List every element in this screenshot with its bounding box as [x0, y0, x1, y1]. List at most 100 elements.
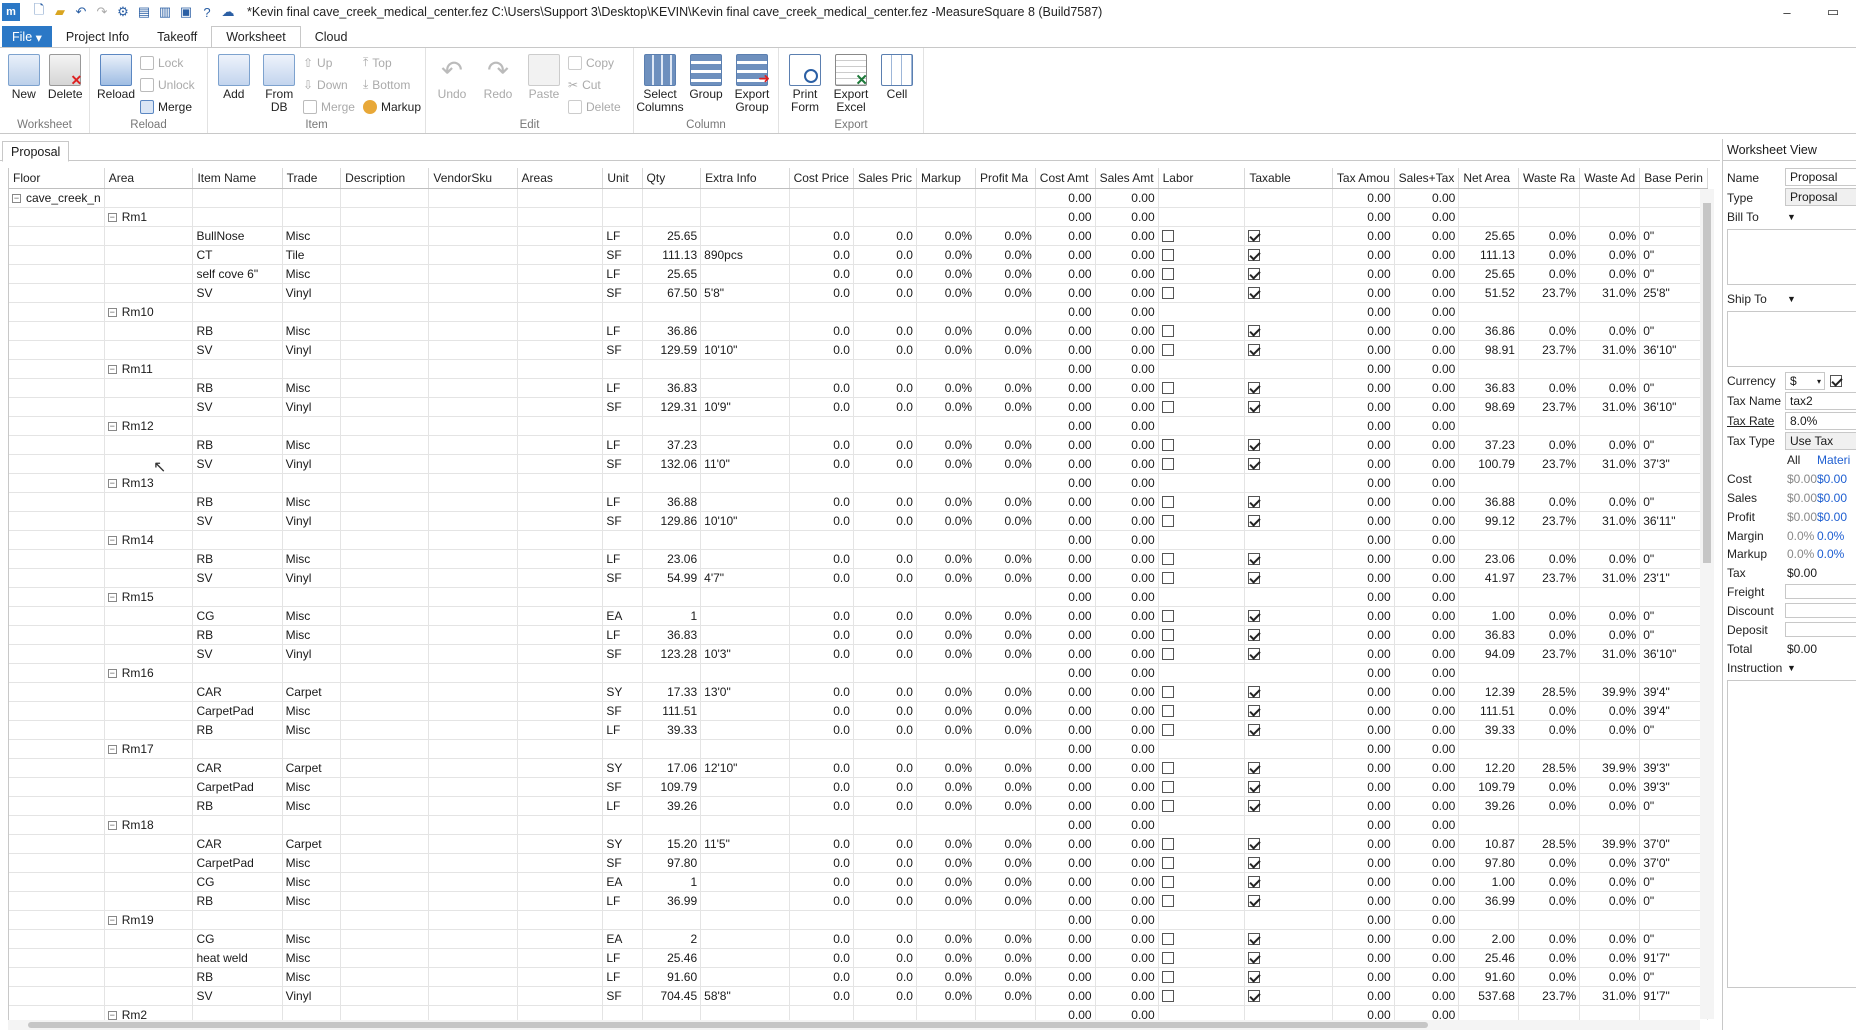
item-name-cell[interactable]: RB	[192, 625, 283, 645]
sales-price-cell[interactable]: 0.0	[853, 264, 917, 284]
area-cell[interactable]: − Rm18	[104, 815, 194, 835]
taxable-checkbox[interactable]	[1248, 515, 1261, 528]
item-name-cell[interactable]: CG	[192, 929, 283, 949]
column-header[interactable]: Trade	[282, 168, 342, 189]
qty-cell[interactable]: 36.88	[642, 492, 702, 512]
grid-cell[interactable]	[602, 530, 643, 550]
column-header[interactable]: Area	[104, 168, 194, 189]
currency-select[interactable]: $ ▾	[1785, 372, 1825, 390]
net-area-cell[interactable]: 111.51	[1458, 701, 1519, 721]
cost-amt-cell[interactable]: 0.00	[1035, 1005, 1096, 1020]
grid-cell[interactable]	[700, 473, 790, 493]
markup-cell[interactable]: 0.0%	[916, 891, 977, 911]
grid-cell[interactable]	[1518, 910, 1581, 930]
tax-amount-cell[interactable]: 0.00	[1332, 340, 1395, 360]
grid-cell[interactable]	[9, 948, 105, 968]
room-group-row[interactable]: − Rm10 0.00 0.00 0.00 0.00	[9, 302, 1708, 322]
sales-amt-cell[interactable]: 0.00	[1095, 967, 1159, 987]
grid-cell[interactable]	[1458, 663, 1519, 683]
profit-margin-cell[interactable]: 0.0%	[975, 948, 1036, 968]
unit-cell[interactable]: SF	[602, 986, 643, 1006]
cost-amt-cell[interactable]: 0.00	[1035, 340, 1096, 360]
sales-tax-cell[interactable]: 0.00	[1394, 359, 1460, 379]
grid-cell[interactable]	[517, 815, 604, 835]
markup-cell[interactable]: 0.0%	[916, 321, 977, 341]
trade-cell[interactable]: Carpet	[282, 834, 342, 854]
table-row[interactable]: SV Vinyl SF 704.45 58'8" 0.0 0.0 0.0% 0.0% 0.00 0.…	[9, 986, 1708, 1006]
grid-cell[interactable]	[975, 207, 1036, 227]
extra-info-cell[interactable]	[700, 777, 790, 797]
column-header[interactable]: Areas	[517, 168, 604, 189]
item-name-cell[interactable]: RB	[192, 492, 283, 512]
room-group-row[interactable]: − Rm13 0.00 0.00 0.00 0.00	[9, 473, 1708, 493]
waste-add-cell[interactable]: 0.0%	[1579, 777, 1641, 797]
table-row[interactable]: SV Vinyl SF 129.59 10'10" 0.0 0.0 0.0% 0.0% 0.00 0…	[9, 340, 1708, 360]
grid-cell[interactable]	[9, 682, 105, 702]
room-group-row[interactable]: − Rm12 0.00 0.00 0.00 0.00	[9, 416, 1708, 436]
table-row[interactable]: BullNose Misc LF 25.65 0.0 0.0 0.0% 0.0% 0.00 0.0…	[9, 226, 1708, 246]
cost-amt-cell[interactable]: 0.00	[1035, 796, 1096, 816]
sales-price-cell[interactable]: 0.0	[853, 929, 917, 949]
qty-cell[interactable]: 704.45	[642, 986, 702, 1006]
areas-cell[interactable]	[517, 986, 604, 1006]
taxable-checkbox[interactable]	[1248, 458, 1261, 471]
grid-cell[interactable]	[853, 207, 917, 227]
grid-cell[interactable]	[517, 530, 604, 550]
taxable-checkbox[interactable]	[1248, 724, 1261, 737]
grid-cell[interactable]	[700, 207, 790, 227]
grid-cell[interactable]	[642, 663, 702, 683]
grid-cell[interactable]	[1244, 416, 1333, 436]
grid-cell[interactable]	[1158, 359, 1246, 379]
vendor-sku-cell[interactable]	[428, 701, 518, 721]
extra-info-cell[interactable]: 13'0"	[700, 682, 790, 702]
vendor-sku-cell[interactable]	[428, 834, 518, 854]
grid-cell[interactable]	[1518, 359, 1581, 379]
profit-margin-cell[interactable]: 0.0%	[975, 283, 1036, 303]
grid-cell[interactable]	[642, 1005, 702, 1020]
item-name-cell[interactable]: SV	[192, 454, 283, 474]
grid-cell[interactable]	[517, 207, 604, 227]
description-cell[interactable]	[340, 701, 430, 721]
unit-cell[interactable]: SF	[602, 245, 643, 265]
grid-cell[interactable]	[1158, 207, 1246, 227]
column-header[interactable]: Item Name	[192, 168, 283, 189]
base-perimeter-cell[interactable]: 39'4"	[1639, 682, 1708, 702]
grid-cell[interactable]	[602, 207, 643, 227]
item-name-cell[interactable]: SV	[192, 511, 283, 531]
sales-price-cell[interactable]: 0.0	[853, 682, 917, 702]
cost-price-cell[interactable]: 0.0	[789, 834, 854, 854]
taxable-checkbox[interactable]	[1248, 572, 1261, 585]
cost-amt-cell[interactable]: 0.00	[1035, 454, 1096, 474]
unit-cell[interactable]: EA	[602, 872, 643, 892]
name-field[interactable]: Proposal	[1785, 168, 1856, 186]
grid-cell[interactable]	[282, 815, 342, 835]
trade-cell[interactable]: Misc	[282, 264, 342, 284]
grid-cell[interactable]	[192, 739, 283, 759]
cost-amt-cell[interactable]: 0.00	[1035, 378, 1096, 398]
labor-checkbox[interactable]	[1161, 439, 1174, 452]
markup-cell[interactable]: 0.0%	[916, 568, 977, 588]
grid-cell[interactable]	[9, 226, 105, 246]
qty-cell[interactable]: 91.60	[642, 967, 702, 987]
extra-info-cell[interactable]: 10'3"	[700, 644, 790, 664]
qty-cell[interactable]: 97.80	[642, 853, 702, 873]
table-row[interactable]: SV Vinyl SF 132.06 11'0" 0.0 0.0 0.0% 0.0% 0.00 0.…	[9, 454, 1708, 474]
tax-amount-cell[interactable]: 0.00	[1332, 910, 1395, 930]
grid-cell[interactable]	[975, 739, 1036, 759]
tax-amount-cell[interactable]: 0.00	[1332, 701, 1395, 721]
cost-amt-cell[interactable]: 0.00	[1035, 701, 1096, 721]
base-perimeter-cell[interactable]: 91'7"	[1639, 948, 1708, 968]
net-area-cell[interactable]: 99.12	[1458, 511, 1519, 531]
vendor-sku-cell[interactable]	[428, 321, 518, 341]
unit-cell[interactable]: SF	[602, 454, 643, 474]
grid-cell[interactable]	[9, 644, 105, 664]
cost-amt-cell[interactable]: 0.00	[1035, 416, 1096, 436]
collapse-icon[interactable]: −	[107, 744, 117, 754]
sales-tax-cell[interactable]: 0.00	[1394, 625, 1460, 645]
profit-margin-cell[interactable]: 0.0%	[975, 549, 1036, 569]
waste-rate-cell[interactable]: 23.7%	[1518, 644, 1581, 664]
cost-amt-cell[interactable]: 0.00	[1035, 644, 1096, 664]
grid-cell[interactable]	[428, 207, 518, 227]
tab-file[interactable]: File ▾	[2, 26, 52, 48]
qty-cell[interactable]: 1	[642, 872, 702, 892]
